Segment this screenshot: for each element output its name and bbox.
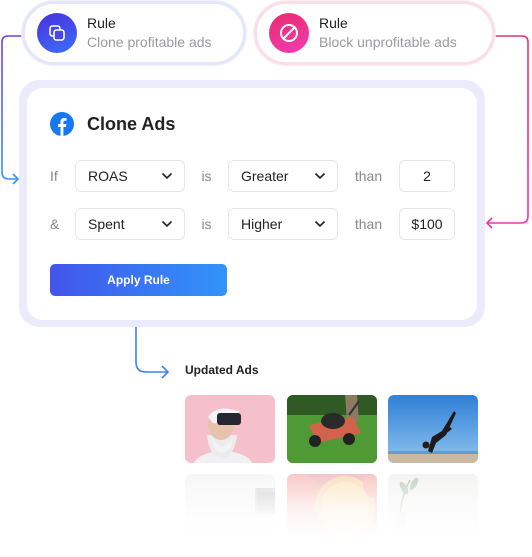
metric-select[interactable]: Spent (75, 208, 185, 240)
rule-pill-block[interactable]: Rule Block unprofitable ads (254, 1, 495, 65)
operator-value: Greater (241, 168, 289, 184)
clone-ads-card: Clone Ads If ROAS is Greater than 2 & Sp… (27, 88, 477, 320)
chevron-down-icon (161, 172, 173, 180)
threshold-input[interactable]: $100 (399, 208, 455, 240)
rule-subtitle: Clone profitable ads (87, 34, 212, 50)
metric-value: ROAS (88, 168, 128, 184)
ad-thumbnail-yoga[interactable] (388, 395, 478, 463)
ad-thumbnail-lawn-mower[interactable] (287, 395, 377, 463)
rule-title: Rule (319, 15, 348, 31)
chevron-down-icon (314, 220, 326, 228)
updated-ads-title: Updated Ads (185, 363, 259, 377)
metric-select[interactable]: ROAS (75, 160, 185, 192)
apply-rule-button[interactable]: Apply Rule (50, 264, 227, 296)
ad-thumbnail-vr-headset[interactable] (185, 395, 275, 463)
rule-title: Rule (87, 15, 116, 31)
metric-value: Spent (88, 216, 125, 232)
condition-verb: is (201, 216, 212, 232)
condition-than: than (354, 216, 383, 232)
block-icon (269, 13, 309, 53)
rule-pill-clone[interactable]: Rule Clone profitable ads (22, 1, 246, 65)
condition-row: If ROAS is Greater than 2 (50, 160, 455, 192)
condition-verb: is (201, 168, 212, 184)
condition-connector: If (50, 168, 58, 184)
threshold-input[interactable]: 2 (399, 160, 455, 192)
operator-select[interactable]: Higher (228, 208, 338, 240)
condition-row: & Spent is Higher than $100 (50, 208, 455, 240)
operator-value: Higher (241, 216, 283, 232)
operator-select[interactable]: Greater (228, 160, 338, 192)
facebook-icon (50, 112, 74, 136)
condition-than: than (354, 168, 383, 184)
condition-connector: & (50, 216, 60, 232)
card-header: Clone Ads (50, 112, 175, 136)
block-rule-connector (487, 35, 529, 224)
card-title: Clone Ads (87, 113, 176, 134)
thumbnail-fade-overlay (180, 470, 490, 557)
rule-subtitle: Block unprofitable ads (319, 34, 457, 50)
chevron-down-icon (314, 172, 326, 180)
clone-icon (37, 13, 77, 53)
chevron-down-icon (161, 220, 173, 228)
